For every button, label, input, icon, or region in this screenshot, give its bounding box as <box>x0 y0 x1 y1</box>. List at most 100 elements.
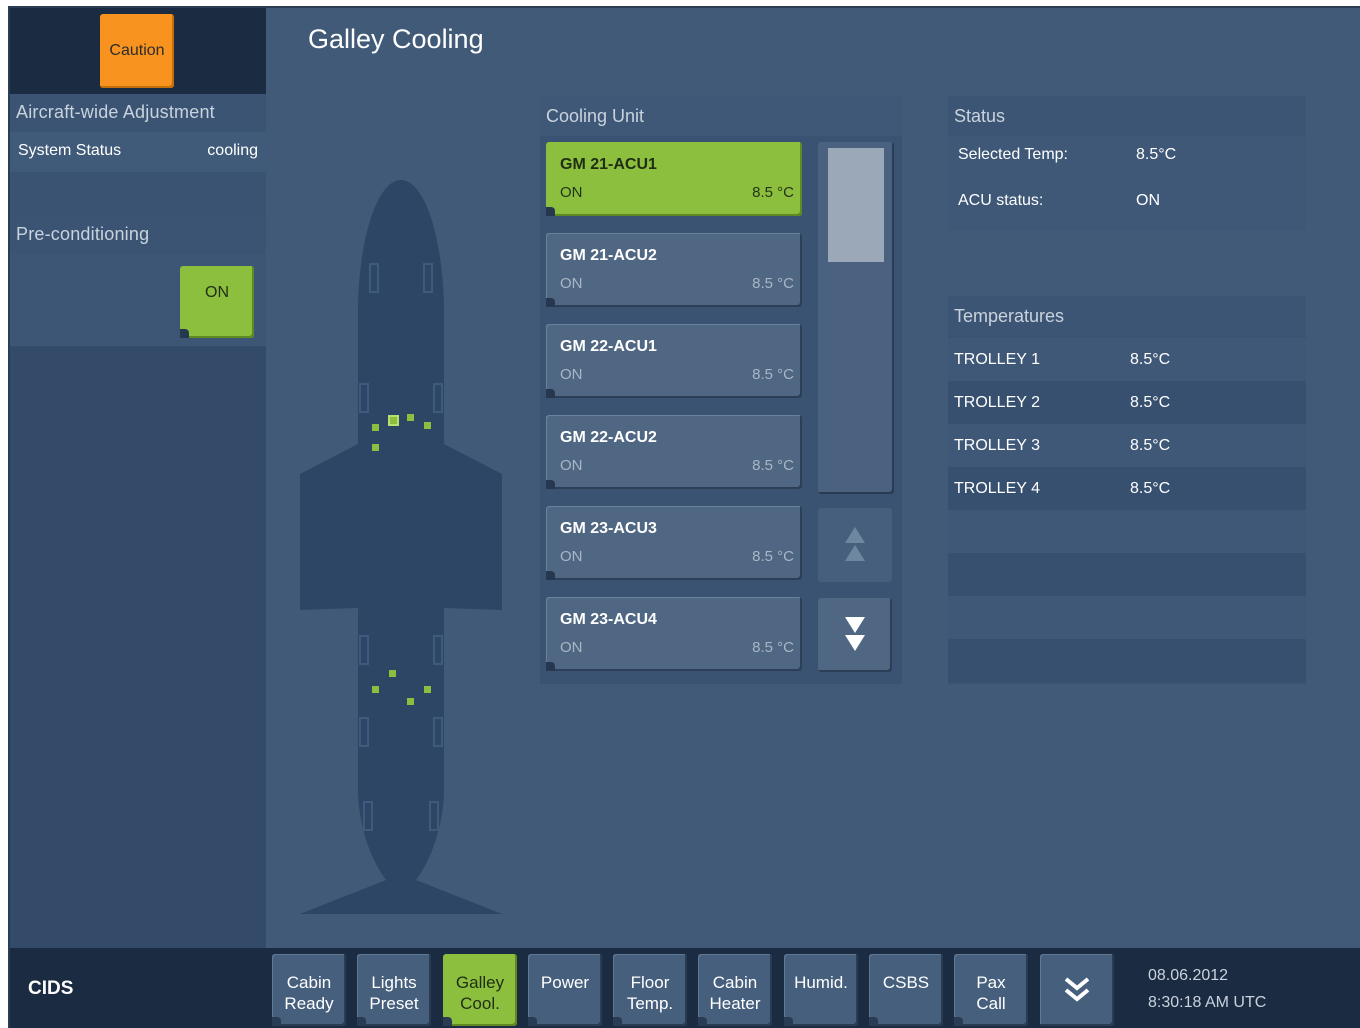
unit-temp: 8.5 °C <box>752 275 794 292</box>
temperature-row-empty <box>948 639 1306 682</box>
unit-name: GM 23-ACU3 <box>560 520 657 537</box>
cooling-unit-heading: Cooling Unit <box>540 96 902 136</box>
nav-pax-call[interactable]: Pax Call <box>954 954 1028 1026</box>
trolley-label: TROLLEY 2 <box>954 394 1040 411</box>
bottom-nav-bar: CIDS Cabin Ready Lights Preset Galley Co… <box>10 948 1360 1028</box>
left-panel: Caution Aircraft-wide Adjustment System … <box>10 8 266 948</box>
date: 08.06.2012 <box>1148 967 1229 984</box>
button-corner <box>546 662 555 671</box>
unit-name: GM 22-ACU2 <box>560 429 657 446</box>
status-panel: Status Selected Temp: 8.5°C ACU status: … <box>948 96 1306 230</box>
temperature-row-empty <box>948 596 1306 639</box>
unit-status: ON <box>560 275 583 292</box>
system-status-label: System Status <box>18 142 122 159</box>
time: 8:30:18 AM UTC <box>1148 994 1267 1011</box>
trolley-label: TROLLEY 4 <box>954 480 1040 497</box>
nav-label: Floor Temp. <box>626 973 674 1013</box>
nav-label: CSBS <box>882 973 930 992</box>
unit-temp: 8.5 °C <box>752 457 794 474</box>
aircraft-body <box>300 180 502 914</box>
scroll-down-button[interactable] <box>818 598 892 672</box>
button-corner <box>546 298 555 307</box>
nav-cabin-ready[interactable]: Cabin Ready <box>272 954 346 1026</box>
cids-screen: Caution Aircraft-wide Adjustment System … <box>8 6 1360 1028</box>
unit-status: ON <box>560 548 583 565</box>
cooling-unit-item[interactable]: GM 23-ACU3 ON 8.5 °C <box>546 506 802 580</box>
button-corner <box>869 1017 878 1026</box>
button-corner <box>546 389 555 398</box>
button-corner <box>784 1017 793 1026</box>
cooling-unit-item[interactable]: GM 21-ACU2 ON 8.5 °C <box>546 233 802 307</box>
button-corner <box>443 1017 452 1026</box>
nav-label: Cabin Ready <box>284 973 334 1013</box>
unit-name: GM 21-ACU1 <box>560 156 657 173</box>
cooling-unit-item[interactable]: GM 21-ACU1 ON 8.5 °C <box>546 142 802 216</box>
trolley-value: 8.5°C <box>1130 480 1171 497</box>
nav-label: Lights Preset <box>369 973 419 1013</box>
nav-more-button[interactable] <box>1040 954 1114 1026</box>
temperatures-panel: Temperatures TROLLEY 1 8.5°C TROLLEY 2 8… <box>948 296 1306 684</box>
double-chevron-down-icon <box>1064 977 1090 1002</box>
date-time: 08.06.2012 8:30:18 AM UTC <box>1148 962 1266 1016</box>
unit-status: ON <box>560 639 583 656</box>
unit-temp: 8.5 °C <box>752 366 794 383</box>
unit-list-scrollbar[interactable] <box>818 142 894 494</box>
temperature-row: TROLLEY 4 8.5°C <box>948 467 1306 510</box>
cooling-unit-item[interactable]: GM 23-ACU4 ON 8.5 °C <box>546 597 802 671</box>
unit-status: ON <box>560 184 583 201</box>
unit-temp: 8.5 °C <box>752 548 794 565</box>
acu-status-value: ON <box>1136 192 1160 209</box>
spacer <box>10 172 266 216</box>
temperature-row: TROLLEY 1 8.5°C <box>948 338 1306 381</box>
temperature-row-empty <box>948 553 1306 596</box>
caution-button[interactable]: Caution <box>100 14 174 88</box>
nav-humid[interactable]: Humid. <box>784 954 858 1026</box>
cooling-unit-item[interactable]: GM 22-ACU2 ON 8.5 °C <box>546 415 802 489</box>
caution-area: Caution <box>10 8 266 96</box>
temperature-row: TROLLEY 3 8.5°C <box>948 424 1306 467</box>
button-corner <box>546 207 555 216</box>
nav-csbs[interactable]: CSBS <box>869 954 943 1026</box>
button-corner <box>613 1017 622 1026</box>
unit-name: GM 21-ACU2 <box>560 247 657 264</box>
trolley-value: 8.5°C <box>1130 437 1171 454</box>
unit-status: ON <box>560 366 583 383</box>
nav-lights-preset[interactable]: Lights Preset <box>357 954 431 1026</box>
cooling-unit-item[interactable]: GM 22-ACU1 ON 8.5 °C <box>546 324 802 398</box>
nav-label: Cabin Heater <box>709 973 761 1013</box>
temperature-row: TROLLEY 2 8.5°C <box>948 381 1306 424</box>
selected-temp-label: Selected Temp: <box>958 146 1068 163</box>
status-heading: Status <box>948 96 1306 136</box>
nav-cabin-heater[interactable]: Cabin Heater <box>698 954 772 1026</box>
button-corner <box>698 1017 707 1026</box>
double-chevron-up-icon <box>845 527 865 561</box>
trolley-label: TROLLEY 1 <box>954 351 1040 368</box>
system-status-value: cooling <box>207 142 258 159</box>
page-title: Galley Cooling <box>308 24 484 54</box>
aircraft-map <box>300 180 502 914</box>
button-corner <box>272 1017 281 1026</box>
trolley-value: 8.5°C <box>1130 394 1171 411</box>
system-status-row: System Status cooling <box>10 132 266 172</box>
unit-temp: 8.5 °C <box>752 639 794 656</box>
button-corner <box>546 480 555 489</box>
nav-label: Humid. <box>794 973 848 992</box>
unit-name: GM 22-ACU1 <box>560 338 657 355</box>
trolley-label: TROLLEY 3 <box>954 437 1040 454</box>
nav-floor-temp[interactable]: Floor Temp. <box>613 954 687 1026</box>
nav-galley-cool[interactable]: Galley Cool. <box>443 954 517 1026</box>
preconditioning-heading: Pre-conditioning <box>10 216 266 254</box>
temperature-row-empty <box>948 510 1306 553</box>
button-corner <box>954 1017 963 1026</box>
app-label: CIDS <box>28 978 74 999</box>
nav-power[interactable]: Power <box>528 954 602 1026</box>
trolley-value: 8.5°C <box>1130 351 1171 368</box>
scroll-up-button[interactable] <box>818 508 892 582</box>
cooling-unit-panel: Cooling Unit GM 21-ACU1 ON 8.5 °C GM 21-… <box>540 96 902 684</box>
button-corner <box>180 329 189 338</box>
preconditioning-on-button[interactable]: ON <box>180 266 254 338</box>
nav-label: Pax Call <box>976 973 1006 1013</box>
scrollbar-thumb[interactable] <box>828 148 884 262</box>
nav-label: Power <box>540 973 590 992</box>
button-corner <box>546 571 555 580</box>
